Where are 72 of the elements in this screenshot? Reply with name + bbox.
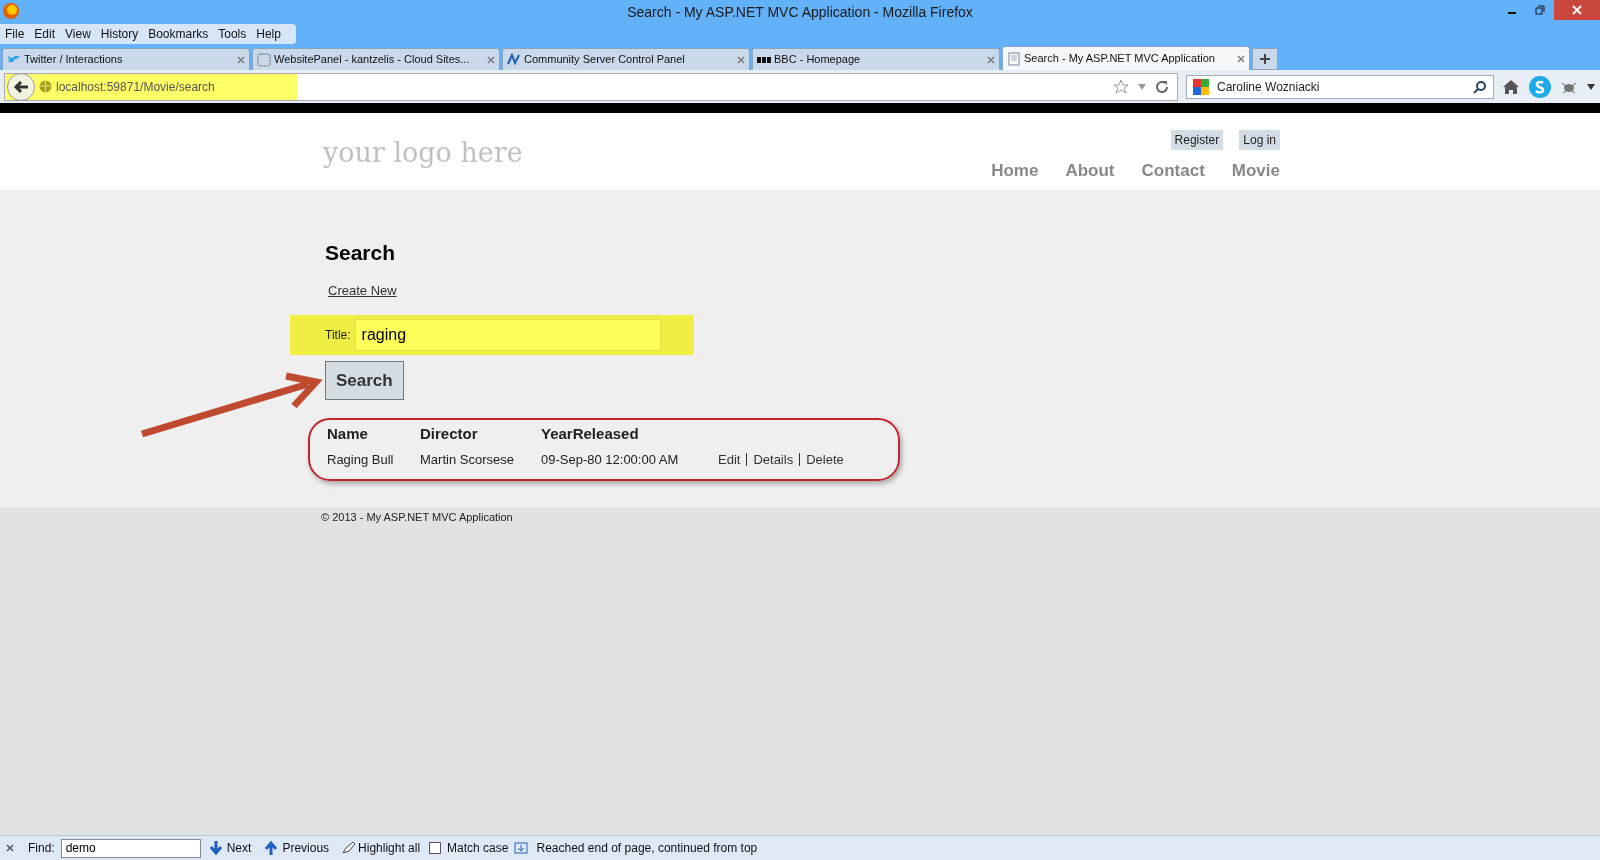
login-link[interactable]: Log in [1239,130,1280,150]
window-title: Search - My ASP.NET MVC Application - Mozilla Firefox [627,2,973,22]
table-cell-text: 09-Sep-80 12:00:00 AM [541,450,680,469]
back-button[interactable] [7,72,35,101]
star-icon[interactable] [1113,78,1129,95]
column-header: Name [327,424,369,445]
nav-link[interactable]: Movie [1231,158,1280,184]
field-label: Title: [325,326,351,344]
plus-icon [1260,54,1270,64]
find-field[interactable]: demo [60,838,201,858]
new-tab-button[interactable] [1252,48,1278,70]
site-logo: your logo here [323,136,523,170]
find-label: Find: [28,840,55,857]
dashed-square-icon [257,52,271,67]
tab-close-icon[interactable] [987,55,995,64]
browser-tab[interactable]: Search - My ASP.NET MVC Application [1002,46,1250,70]
arrow-icon [209,841,224,855]
tab-close-icon[interactable] [487,55,495,64]
action-link[interactable]: Details [753,449,794,470]
skype-icon[interactable] [1528,74,1552,99]
close-icon[interactable] [1554,0,1600,20]
action-link[interactable]: Edit [718,449,741,470]
arrow-icon [13,79,29,94]
column-header: Director [420,424,479,445]
menu-item[interactable]: File [0,25,30,43]
menu-item[interactable]: View [60,25,96,43]
site-logo-icon [507,52,521,67]
login-link[interactable]: Register [1170,130,1224,150]
globe-icon [39,80,52,93]
table-cell-text: Raging Bull [327,450,395,469]
nav-link[interactable]: Contact [1141,158,1205,184]
browser-tab[interactable]: Community Server Control Panel [502,48,750,70]
search-icon[interactable] [1473,79,1487,94]
pen-icon [341,841,356,855]
menu-item[interactable]: Edit [29,25,61,43]
tab-close-icon[interactable] [1237,54,1245,63]
title-field[interactable]: raging [354,318,661,351]
find-status: Reached end of page, continued from top [536,840,758,857]
create-link[interactable]: Create New [328,281,397,301]
menu-item[interactable]: Tools [213,25,252,43]
browser-tab[interactable]: BBC - Homepage [752,48,1000,70]
action-link[interactable]: Delete [806,449,844,470]
find-button[interactable]: Previous [262,839,333,857]
tab-close-icon[interactable] [737,55,745,64]
close-icon[interactable] [6,844,14,852]
reload-icon[interactable] [1155,79,1169,94]
browser-tab[interactable]: Twitter / Interactions [2,48,250,70]
column-header: YearReleased [541,424,640,445]
footer-text: © 2013 - My ASP.NET MVC Application [321,511,513,523]
address-bar[interactable]: localhost:59871/Movie/search [4,72,1178,101]
nav-link[interactable]: About [1065,158,1115,184]
search-field[interactable]: Caroline Wozniacki [1186,74,1494,99]
nav-link[interactable]: Home [991,158,1039,184]
find-button[interactable]: Highlight all [338,839,424,857]
menu-item[interactable]: Help [251,25,286,43]
page-heading: Search [325,240,397,266]
search-text: Caroline Wozniacki [1217,78,1321,96]
url-text: localhost:59871/Movie/search [56,78,215,96]
browser-logo-icon [2,2,20,20]
dropdown-icon[interactable] [1586,82,1596,91]
tab-close-icon[interactable] [237,55,245,64]
menu-item[interactable]: History [95,25,144,43]
checkbox-label: Match case [447,840,509,857]
find-button[interactable]: Next [206,839,255,857]
browser-tab[interactable]: WebsitePanel - kantzelis - Cloud Sites... [252,48,500,70]
page-icon [1007,51,1021,66]
home-icon[interactable] [1502,78,1520,95]
table-cell-text: Martin Scorsese [420,450,515,469]
menu-item[interactable]: Bookmarks [143,25,214,43]
checkbox[interactable] [429,842,442,854]
search-button[interactable]: Search [325,360,404,401]
arrow-icon [265,841,280,855]
